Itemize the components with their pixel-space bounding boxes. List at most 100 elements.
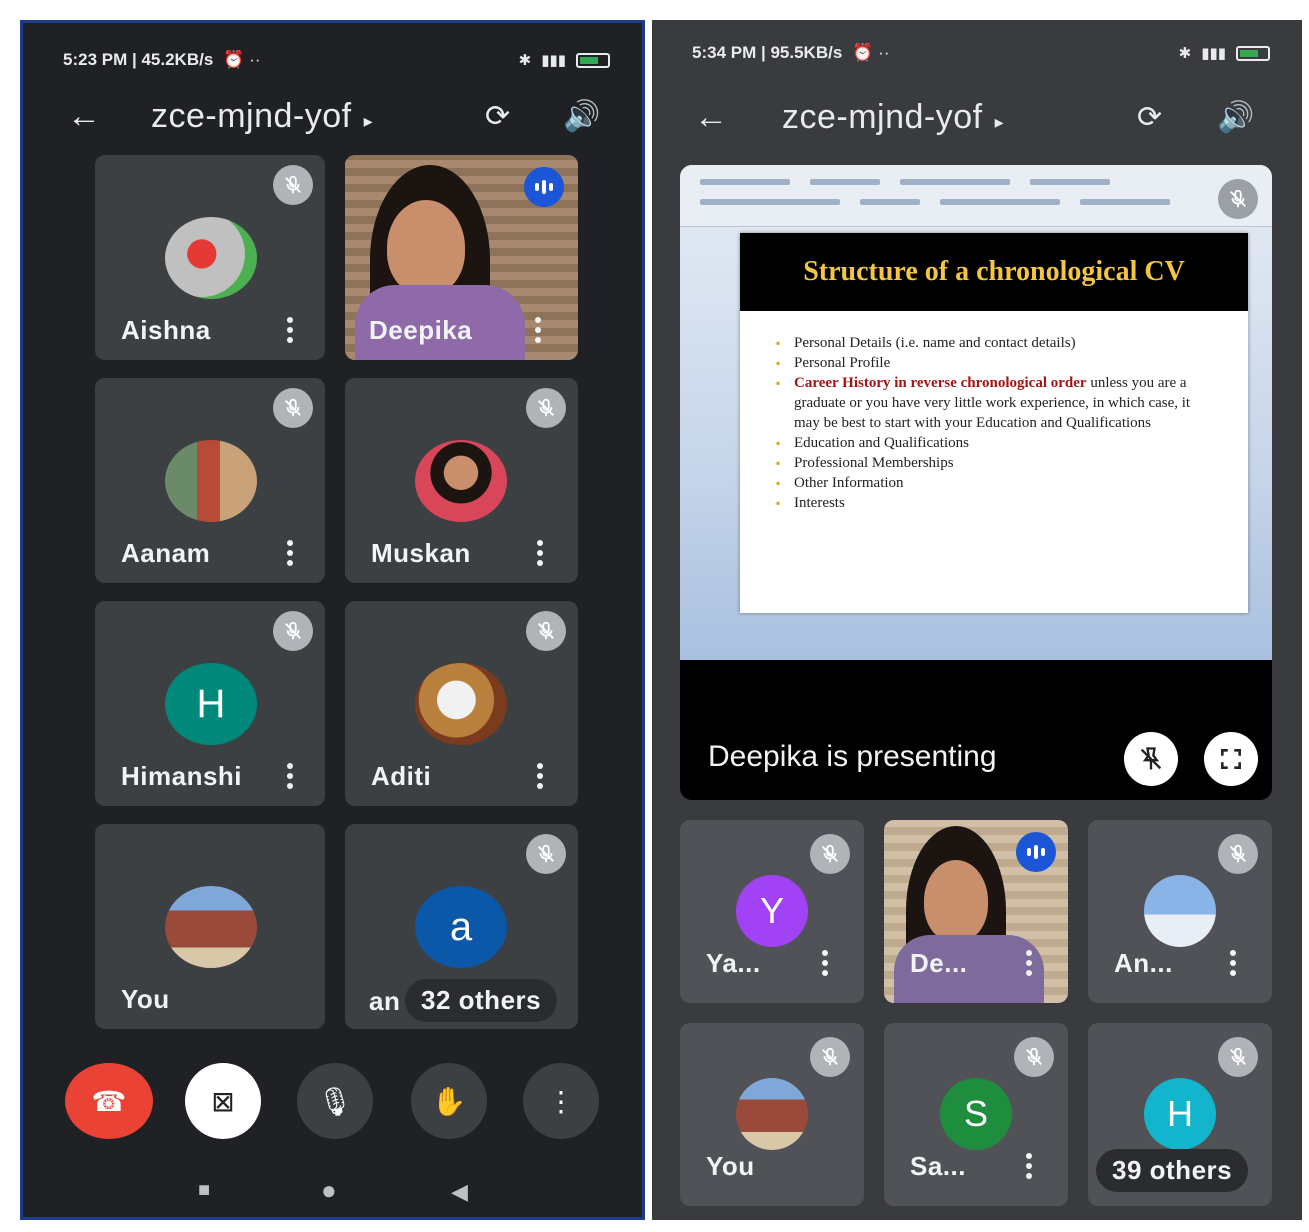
mic-off-icon	[526, 611, 566, 651]
caret-right-icon: ▸	[363, 110, 374, 131]
back-nav-icon[interactable]: ◀	[451, 1179, 468, 1205]
participant-tile[interactable]: Aishna	[95, 155, 325, 360]
mic-off-icon	[810, 1037, 850, 1077]
others-count[interactable]: 39 others	[1096, 1149, 1249, 1192]
participant-name: Deepika	[369, 315, 473, 345]
self-tile[interactable]: You	[95, 824, 325, 1029]
call-controls: ☎ ⊠ 🎙 ✋ ⋮	[23, 1063, 642, 1143]
participant-name: An...	[1114, 948, 1173, 978]
slide-bullet-highlight: Career History in reverse chronological …	[794, 375, 1087, 391]
signal-icon: ▮▮▮	[541, 52, 566, 69]
camera-off-button[interactable]: ⊠	[185, 1063, 261, 1139]
more-options-icon[interactable]	[287, 540, 293, 566]
more-options-icon[interactable]	[1230, 950, 1236, 976]
more-options-icon[interactable]	[287, 763, 293, 789]
participant-tile-video[interactable]: Deepika	[345, 155, 578, 360]
signal-icon: ▮▮▮	[1201, 45, 1226, 62]
slide-bullet: Other Information	[776, 473, 1208, 493]
participant-tile[interactable]: H Himanshi	[95, 601, 325, 806]
more-options-icon[interactable]	[535, 317, 541, 343]
participant-name: Ya...	[706, 948, 761, 978]
mic-off-icon	[1218, 179, 1258, 219]
participant-tile[interactable]: S Sa...	[884, 1023, 1068, 1206]
android-nav-bar: ■ ● ◀	[23, 1173, 642, 1213]
y-avatar: Y	[736, 875, 808, 947]
presentation-area[interactable]: Structure of a chronological CV Personal…	[680, 165, 1272, 800]
battery-icon	[576, 52, 610, 68]
microphone-button[interactable]: 🎙	[297, 1063, 373, 1139]
more-options-button[interactable]: ⋮	[523, 1063, 599, 1139]
caret-right-icon: ▸	[994, 111, 1005, 132]
speaker-icon[interactable]: 🔊	[563, 99, 600, 134]
meeting-code-text: zce-mjnd-yof	[151, 96, 352, 135]
unpin-button[interactable]	[1124, 732, 1178, 786]
participant-name: Sa...	[910, 1151, 966, 1181]
self-tile[interactable]: You	[680, 1023, 864, 1206]
mic-off-icon	[273, 611, 313, 651]
more-options-icon[interactable]	[537, 540, 543, 566]
more-options-icon[interactable]	[1026, 1153, 1032, 1179]
status-right: ✱ ▮▮▮	[1179, 44, 1270, 62]
raise-hand-button[interactable]: ✋	[411, 1063, 487, 1139]
fullscreen-button[interactable]	[1204, 732, 1258, 786]
speaker-icon[interactable]: 🔊	[1217, 100, 1254, 135]
status-right: ✱ ▮▮▮	[519, 51, 610, 69]
status-time: 5:23 PM | 45.2KB/s	[63, 50, 214, 69]
left-phone-screen: 5:23 PM | 45.2KB/s ⏰ ·· ✱ ▮▮▮ ← zce-mjnd…	[20, 20, 645, 1220]
more-options-icon[interactable]	[287, 317, 293, 343]
building-avatar	[165, 886, 257, 968]
meeting-code[interactable]: zce-mjnd-yof ▸	[782, 98, 1004, 137]
recents-nav-icon[interactable]: ■	[198, 1179, 210, 1202]
slide-bullet: Education and Qualifications	[776, 433, 1208, 453]
back-arrow-icon[interactable]: ←	[67, 97, 101, 136]
top-bar: ← zce-mjnd-yof ▸ ⟳ 🔊	[23, 81, 642, 151]
right-phone-screen: 5:34 PM | 95.5KB/s ⏰ ·· ✱ ▮▮▮ ← zce-mjnd…	[652, 20, 1302, 1220]
back-arrow-icon[interactable]: ←	[694, 98, 728, 137]
participant-tile[interactable]: Y Ya...	[680, 820, 864, 1003]
mic-off-icon	[1014, 1037, 1054, 1077]
status-icons: ⏰ ··	[223, 50, 261, 69]
presentation-slide: Structure of a chronological CV Personal…	[740, 233, 1248, 613]
muskan-avatar	[415, 440, 507, 522]
h-avatar: H	[1144, 1078, 1216, 1150]
participant-name: Muskan	[371, 538, 471, 568]
building-avatar	[736, 1078, 808, 1150]
participant-tile[interactable]: Aditi	[345, 601, 578, 806]
participant-name: Himanshi	[121, 761, 243, 791]
participant-tile[interactable]: Aanam	[95, 378, 325, 583]
participant-name: You	[121, 984, 170, 1014]
home-nav-icon[interactable]: ●	[321, 1175, 337, 1206]
participant-tile[interactable]: An...	[1088, 820, 1272, 1003]
more-options-icon[interactable]	[1026, 950, 1032, 976]
mic-off-icon	[1218, 1037, 1258, 1077]
a-avatar: a	[415, 886, 507, 968]
switch-camera-icon[interactable]: ⟳	[485, 99, 510, 134]
powerpoint-window: Structure of a chronological CV Personal…	[680, 165, 1272, 660]
himanshi-avatar: H	[165, 663, 257, 745]
an-avatar	[1144, 875, 1216, 947]
presenting-label: Deepika is presenting	[708, 740, 997, 773]
bluetooth-icon: ✱	[518, 52, 532, 69]
status-icons: ⏰ ··	[852, 43, 890, 62]
meeting-code[interactable]: zce-mjnd-yof ▸	[151, 97, 373, 136]
participant-name: Aishna	[121, 315, 211, 345]
switch-camera-icon[interactable]: ⟳	[1137, 100, 1162, 135]
others-count[interactable]: 32 others	[405, 979, 558, 1022]
more-options-icon[interactable]	[537, 763, 543, 789]
mic-off-icon	[526, 834, 566, 874]
end-call-button[interactable]: ☎	[65, 1063, 153, 1139]
others-tile[interactable]: a an 32 others	[345, 824, 578, 1029]
participant-tile[interactable]: Muskan	[345, 378, 578, 583]
mic-off-icon	[526, 388, 566, 428]
more-options-icon[interactable]	[822, 950, 828, 976]
mic-off-icon	[1218, 834, 1258, 874]
participant-tile-video[interactable]: De...	[884, 820, 1068, 1003]
others-tile[interactable]: H 39 others	[1088, 1023, 1272, 1206]
aanam-avatar	[165, 440, 257, 522]
speaking-indicator-icon	[524, 167, 564, 207]
top-bar: ← zce-mjnd-yof ▸ ⟳ 🔊	[652, 82, 1302, 152]
slide-bullet: Career History in reverse chronological …	[776, 373, 1208, 433]
race-car-avatar	[165, 217, 257, 299]
fullscreen-icon	[1221, 749, 1241, 769]
mic-off-icon	[273, 388, 313, 428]
